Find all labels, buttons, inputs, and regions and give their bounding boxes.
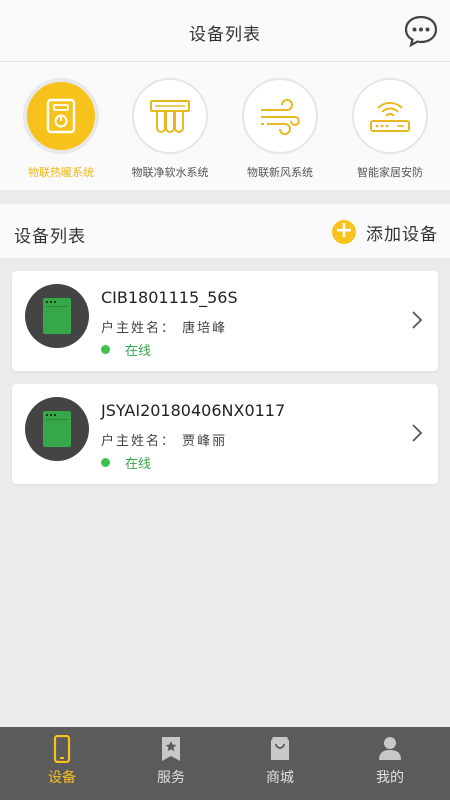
- category-water[interactable]: 物联净软水系统: [115, 78, 225, 188]
- page-title: 设备列表: [189, 25, 261, 45]
- device-name: CIB1801115_56S: [101, 288, 238, 307]
- category-label: 物联净软水系统: [131, 166, 209, 179]
- heater-icon: [23, 78, 99, 154]
- tab-label: 商城: [266, 770, 294, 786]
- fresh-air-icon: [242, 78, 318, 154]
- category-fresh-air[interactable]: 物联新风系统: [225, 78, 335, 188]
- tab-label: 服务: [157, 770, 185, 786]
- add-device-button[interactable]: + 添加设备: [332, 218, 438, 246]
- header-bar: 设备列表: [0, 0, 450, 62]
- chevron-right-icon: [412, 424, 423, 442]
- tab-store[interactable]: 商城: [224, 727, 336, 800]
- category-heating[interactable]: 物联热暖系统: [6, 78, 116, 188]
- online-dot-icon: [101, 345, 110, 354]
- tab-label: 我的: [376, 770, 404, 786]
- tab-devices[interactable]: 设备: [6, 727, 118, 800]
- shopping-bag-icon: [271, 737, 289, 760]
- tab-label: 设备: [48, 770, 76, 786]
- device-owner: 户主姓名： 唐培峰: [101, 321, 228, 336]
- status-label: 在线: [125, 457, 152, 472]
- device-card[interactable]: JSYAI20180406NX0117 户主姓名： 贾峰丽 在线: [12, 384, 438, 484]
- device-thumbnail-icon: [25, 284, 89, 348]
- tab-service[interactable]: 服务: [115, 727, 227, 800]
- device-list-header: 设备列表 + 添加设备: [0, 204, 450, 258]
- tab-mine[interactable]: 我的: [334, 727, 446, 800]
- category-label: 物联新风系统: [247, 166, 313, 179]
- status-label: 在线: [125, 344, 152, 359]
- chat-bubble-icon[interactable]: [404, 14, 438, 48]
- device-status: 在线: [101, 453, 151, 472]
- phone-icon: [53, 735, 71, 763]
- user-icon: [379, 737, 401, 760]
- category-label: 物联热暖系统: [28, 166, 94, 179]
- category-security[interactable]: 智能家居安防: [335, 78, 445, 188]
- device-name: JSYAI20180406NX0117: [101, 401, 286, 420]
- device-owner: 户主姓名： 贾峰丽: [101, 434, 228, 449]
- section-title: 设备列表: [14, 227, 86, 247]
- router-icon: [352, 78, 428, 154]
- service-icon: [162, 737, 180, 761]
- device-card[interactable]: CIB1801115_56S 户主姓名： 唐培峰 在线: [12, 271, 438, 371]
- chevron-right-icon: [412, 311, 423, 329]
- category-row: 物联热暖系统 物联净软水系统 物联新风系统 智能家居安防: [0, 62, 450, 190]
- water-purifier-icon: [132, 78, 208, 154]
- add-device-label: 添加设备: [366, 224, 438, 245]
- online-dot-icon: [101, 458, 110, 467]
- bottom-tab-bar: 设备 服务 商城 我的: [0, 727, 450, 800]
- device-thumbnail-icon: [25, 397, 89, 461]
- plus-circle-icon: +: [332, 220, 356, 244]
- device-status: 在线: [101, 340, 151, 359]
- category-label: 智能家居安防: [357, 166, 423, 179]
